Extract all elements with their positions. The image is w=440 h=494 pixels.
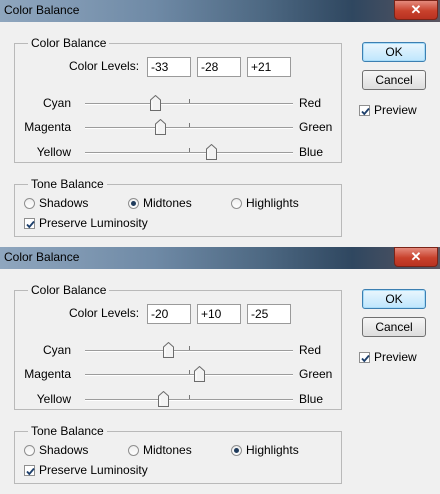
- preview-checkbox[interactable]: [359, 352, 370, 363]
- cyan-red-slider-thumb[interactable]: [149, 95, 161, 111]
- color-levels-label: Color Levels:: [69, 59, 140, 73]
- highlights-label: Highlights: [246, 196, 299, 210]
- midtones-label: Midtones: [143, 443, 192, 457]
- cyan-red-left-label: Cyan: [42, 343, 71, 357]
- magenta-green-slider-thumb[interactable]: [194, 366, 206, 382]
- cyan-red-level-field[interactable]: -20: [147, 304, 191, 324]
- preview-label: Preview: [374, 350, 417, 364]
- radio-selected-dot: [131, 201, 136, 206]
- color-balance-legend: Color Balance: [28, 36, 110, 50]
- tone-balance-group: Tone Balance Shadows Midtones Highlights Pre…: [14, 424, 342, 484]
- yellow-blue-left-label: Yellow: [36, 392, 71, 406]
- cyan-red-slider-thumb[interactable]: [163, 342, 175, 358]
- shadows-label: Shadows: [39, 443, 89, 457]
- yellow-blue-slider-track[interactable]: [85, 152, 293, 154]
- highlights-label: Highlights: [246, 443, 299, 457]
- cyan-red-left-label: Cyan: [42, 96, 71, 110]
- magenta-green-right-label: Green: [299, 120, 333, 134]
- slider-center-tick: [189, 123, 190, 127]
- title-bar[interactable]: Color Balance ✕: [0, 247, 440, 269]
- yellow-blue-right-label: Blue: [299, 392, 324, 406]
- ok-button[interactable]: OK: [362, 289, 426, 309]
- yellow-blue-slider-thumb[interactable]: [158, 391, 169, 407]
- magenta-green-level-field[interactable]: +10: [197, 304, 241, 324]
- ok-button[interactable]: OK: [362, 42, 426, 62]
- yellow-blue-level-field[interactable]: -25: [247, 304, 291, 324]
- preview-checkbox[interactable]: [359, 105, 370, 116]
- yellow-blue-slider-track[interactable]: [85, 399, 293, 401]
- dialog-title: Color Balance: [4, 3, 80, 17]
- slider-center-tick: [189, 99, 190, 103]
- slider-center-tick: [189, 370, 190, 374]
- magenta-green-slider-track[interactable]: [85, 374, 293, 376]
- cyan-red-right-label: Red: [299, 96, 322, 110]
- tone-balance-group: Tone Balance Shadows Midtones Highlights Pre…: [14, 177, 342, 237]
- color-balance-legend: Color Balance: [28, 283, 110, 297]
- preserve-luminosity-label: Preserve Luminosity: [39, 216, 148, 230]
- color-balance-dialog: Color Balance ✕ Color Balance Color Levels:…: [0, 0, 440, 247]
- preview-label: Preview: [374, 103, 417, 117]
- close-icon: ✕: [410, 249, 422, 264]
- highlights-radio[interactable]: [231, 198, 242, 209]
- dialog-title: Color Balance: [4, 250, 80, 264]
- shadows-radio[interactable]: [24, 198, 35, 209]
- preserve-luminosity-label: Preserve Luminosity: [39, 463, 148, 477]
- color-balance-dialog: Color Balance ✕ Color Balance Color Levels:…: [0, 247, 440, 494]
- midtones-label: Midtones: [143, 196, 192, 210]
- cancel-button[interactable]: Cancel: [362, 70, 426, 90]
- magenta-green-left-label: Magenta: [24, 120, 71, 134]
- color-balance-group: Color Balance Color Levels: -33 -28 +21 Cyan R…: [14, 36, 342, 163]
- tone-balance-legend: Tone Balance: [28, 424, 107, 438]
- close-button[interactable]: ✕: [394, 247, 438, 267]
- yellow-blue-level-field[interactable]: +21: [247, 57, 291, 77]
- midtones-radio[interactable]: [128, 198, 139, 209]
- yellow-blue-right-label: Blue: [299, 145, 324, 159]
- preserve-luminosity-checkbox[interactable]: [24, 218, 35, 229]
- color-levels-label: Color Levels:: [69, 306, 140, 320]
- cyan-red-right-label: Red: [299, 343, 322, 357]
- cyan-red-slider-track[interactable]: [85, 103, 293, 105]
- cyan-red-slider-track[interactable]: [85, 350, 293, 352]
- slider-center-tick: [189, 148, 190, 152]
- yellow-blue-left-label: Yellow: [36, 145, 71, 159]
- magenta-green-slider-track[interactable]: [85, 127, 293, 129]
- cyan-red-level-field[interactable]: -33: [147, 57, 191, 77]
- radio-selected-dot: [234, 448, 239, 453]
- magenta-green-level-field[interactable]: -28: [197, 57, 241, 77]
- close-icon: ✕: [410, 2, 422, 17]
- midtones-radio[interactable]: [128, 445, 139, 456]
- close-button[interactable]: ✕: [394, 0, 438, 20]
- color-balance-group: Color Balance Color Levels: -20 +10 -25 Cyan R…: [14, 283, 342, 410]
- yellow-blue-slider-thumb[interactable]: [205, 144, 217, 160]
- highlights-radio[interactable]: [231, 445, 242, 456]
- magenta-green-slider-thumb[interactable]: [154, 119, 166, 135]
- shadows-radio[interactable]: [24, 445, 35, 456]
- title-bar[interactable]: Color Balance ✕: [0, 0, 440, 22]
- shadows-label: Shadows: [39, 196, 89, 210]
- slider-center-tick: [189, 395, 190, 399]
- tone-balance-legend: Tone Balance: [28, 177, 107, 191]
- slider-center-tick: [189, 346, 190, 350]
- magenta-green-left-label: Magenta: [24, 367, 71, 381]
- magenta-green-right-label: Green: [299, 367, 333, 381]
- cancel-button[interactable]: Cancel: [362, 317, 426, 337]
- preserve-luminosity-checkbox[interactable]: [24, 465, 35, 476]
